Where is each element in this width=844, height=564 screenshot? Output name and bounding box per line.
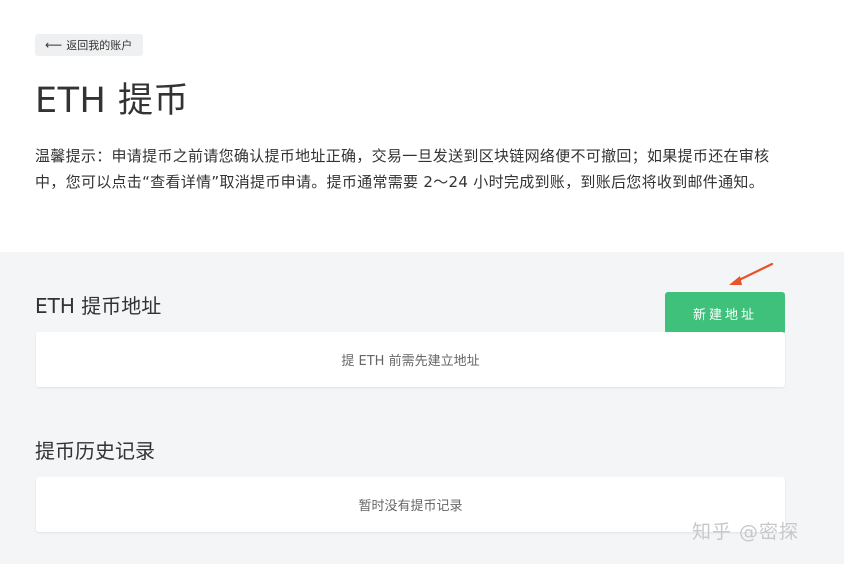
annotation-arrow-icon (729, 262, 774, 285)
watermark: 知乎 @密探 (692, 521, 800, 543)
withdraw-page: ⟵ 返回我的账户 ETH 提币 温馨提示：申请提币之前请您确认提币地址正确，交易… (0, 0, 844, 564)
header-area: ⟵ 返回我的账户 ETH 提币 温馨提示：申请提币之前请您确认提币地址正确，交易… (0, 0, 844, 252)
page-title: ETH 提币 (35, 81, 189, 121)
history-empty-card: 暂时没有提币记录 (36, 477, 785, 532)
address-empty-text: 提 ETH 前需先建立地址 (341, 354, 480, 369)
history-empty-text: 暂时没有提币记录 (358, 499, 463, 514)
back-to-account-button[interactable]: ⟵ 返回我的账户 (35, 34, 144, 56)
new-address-button[interactable]: 新建地址 (665, 292, 785, 334)
history-section-title: 提币历史记录 (35, 439, 155, 463)
back-button-label: 返回我的账户 (66, 39, 133, 52)
withdraw-notice: 温馨提示：申请提币之前请您确认提币地址正确，交易一旦发送到区块链网络便不可撤回；… (35, 147, 770, 191)
arrow-left-icon: ⟵ (45, 38, 63, 52)
address-empty-card: 提 ETH 前需先建立地址 (36, 332, 785, 387)
address-section-title: ETH 提币地址 (35, 294, 162, 318)
